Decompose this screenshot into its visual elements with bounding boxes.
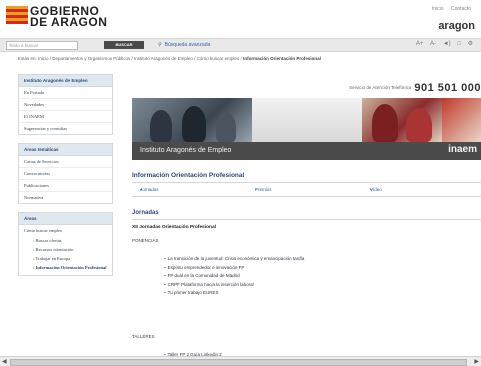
- sidebar-panel-instituto: Instituto Aragonés de Empleo En Portada …: [18, 74, 113, 135]
- ponencia-link[interactable]: CRPF Plataforma hacia la inserción labor…: [164, 281, 304, 290]
- accessibility-tools: A+ A- ◄) □ ⚙: [411, 40, 473, 49]
- top-links: Inicio Contacto: [426, 6, 471, 12]
- ponencia-link[interactable]: Espíritu emprendedor e innovación FP: [164, 264, 304, 273]
- sidebar-item-como-buscar-empleo[interactable]: Cómo buscar empleo: [19, 225, 112, 236]
- phone-service: Servicio de Atención Telefónica 901 501 0…: [349, 82, 481, 94]
- banner-title: Instituto Aragonés de Empleo: [140, 147, 232, 154]
- divider: [132, 182, 481, 183]
- main-content: Servicio de Atención Telefónica 901 501 0…: [128, 74, 481, 357]
- sidebar-panel-areas-tematicas: Áreas temáticas Cartas de Servicios Conv…: [18, 143, 113, 204]
- banner: Instituto Aragonés de Empleo inaem: [132, 98, 481, 160]
- ponencia-link[interactable]: FP dual en la Comunidad de Madrid: [164, 272, 304, 281]
- aragon-logo[interactable]: aragon: [438, 20, 475, 32]
- subnav-label: Jornadas: [140, 187, 159, 192]
- logo-line2: DE ARAGON: [30, 15, 108, 29]
- subitem-label: Buscar ofertas: [35, 238, 62, 243]
- font-decrease-icon[interactable]: A-: [430, 41, 436, 47]
- top-link-inicio[interactable]: Inicio: [432, 6, 444, 12]
- sidebar-panel-areas: Áreas Cómo buscar empleo › Buscar oferta…: [18, 212, 113, 276]
- advanced-search-link[interactable]: ⚲ Búsqueda avanzada: [158, 41, 210, 49]
- search-button[interactable]: BUSCAR: [104, 41, 144, 49]
- jornadas-heading: Jornadas: [132, 210, 159, 216]
- sidebar-item-publicaciones[interactable]: Publicaciones: [19, 180, 112, 192]
- sidebar-item-normativa[interactable]: Normativa: [19, 192, 112, 203]
- banner-photo-worker: [442, 98, 481, 142]
- print-icon[interactable]: □: [457, 41, 461, 47]
- gobierno-aragon-logo-text[interactable]: GOBIERNO DE ARAGON: [30, 5, 108, 29]
- panel-title: Áreas temáticas: [19, 144, 112, 156]
- gobierno-aragon-flag-logo[interactable]: [6, 6, 28, 24]
- sidebar-subitem-trabajar-europa[interactable]: › Trabajar en Europa: [19, 254, 112, 263]
- subnav-label: Vídeo: [370, 187, 382, 192]
- banner-photo-women: [362, 98, 442, 142]
- page-title: Información Orientación Profesional: [132, 172, 245, 179]
- inaem-logo[interactable]: inaem: [448, 144, 477, 155]
- sidebar-item-el-inaem[interactable]: El INAEM: [19, 111, 112, 123]
- panel-title: Instituto Aragonés de Empleo: [19, 75, 112, 87]
- breadcrumb-path[interactable]: Estás en: Inicio / Departamentos y Organ…: [18, 56, 242, 61]
- divider: [132, 196, 481, 197]
- sidebar-item-novedades[interactable]: Novedades: [19, 99, 112, 111]
- sidebar-item-cartas-servicios[interactable]: Cartas de Servicios: [19, 156, 112, 168]
- sidebar: Instituto Aragonés de Empleo En Portada …: [18, 74, 113, 284]
- sidebar-item-en-portada[interactable]: En Portada: [19, 87, 112, 99]
- top-link-contacto[interactable]: Contacto: [451, 6, 471, 12]
- subitem-label: Trabajar en Europa: [35, 256, 71, 261]
- banner-photo-office: [252, 98, 362, 142]
- settings-icon[interactable]: ⚙: [468, 41, 473, 47]
- phone-label: Servicio de Atención Telefónica: [349, 85, 412, 91]
- sidebar-subitem-recursos-orientacion[interactable]: › Recursos orientación: [19, 245, 112, 254]
- breadcrumb-current: Información Orientación Profesional: [243, 56, 321, 61]
- subitem-label: Información Orientación Profesional: [35, 265, 107, 270]
- panel-title: Áreas: [19, 213, 112, 225]
- scroll-left-icon[interactable]: ◀: [2, 358, 7, 365]
- ponencias-list: La transición de la juventud: Crisis eco…: [164, 255, 305, 298]
- sidebar-item-convocatorias[interactable]: Convocatorias: [19, 168, 112, 180]
- breadcrumb: Estás en: Inicio / Departamentos y Organ…: [18, 56, 321, 61]
- advanced-search-label: Búsqueda avanzada: [164, 42, 211, 48]
- ponencia-link[interactable]: Tu primer trabajo EURES: [164, 289, 304, 298]
- banner-photo-business-meeting: [132, 98, 252, 142]
- ponencia-link[interactable]: La transición de la juventud: Crisis eco…: [164, 255, 305, 264]
- phone-number: 901 501 000: [414, 82, 481, 94]
- sidebar-item-sugerencias[interactable]: Sugerencias y consultas: [19, 123, 112, 134]
- font-increase-icon[interactable]: A+: [416, 41, 424, 47]
- ponencias-label: PONENCIAS: [132, 238, 159, 243]
- divider: [132, 219, 481, 220]
- search-input[interactable]: Texto a buscar: [6, 41, 78, 50]
- subitem-label: Recursos orientación: [35, 247, 74, 252]
- xii-jornadas-heading: XII Jornadas Orientación Profesional: [132, 225, 216, 230]
- scroll-right-icon[interactable]: ▶: [474, 358, 479, 365]
- sidebar-subitem-buscar-ofertas[interactable]: › Buscar ofertas: [19, 236, 112, 245]
- magnifier-icon: ⚲: [158, 42, 162, 48]
- talleres-label: TALLERES: [132, 334, 155, 339]
- audio-icon[interactable]: ◄): [443, 41, 451, 47]
- subnav-label: Premios: [255, 187, 272, 192]
- sidebar-subitem-informacion-orientacion[interactable]: › Información Orientación Profesional: [19, 263, 112, 275]
